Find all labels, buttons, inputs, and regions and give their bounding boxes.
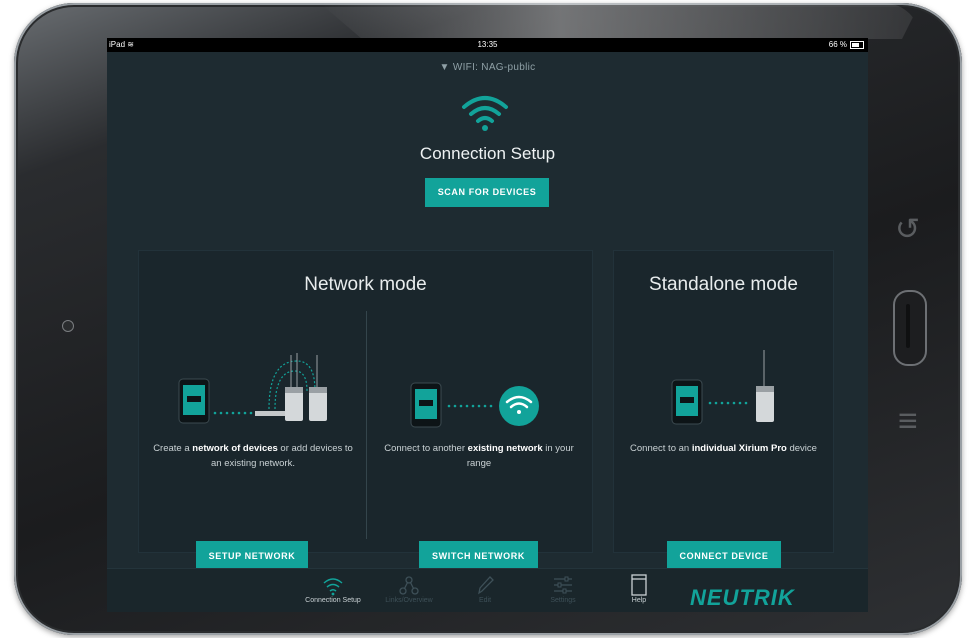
network-illustration <box>178 353 327 424</box>
book-icon <box>631 574 647 596</box>
tab-settings[interactable]: Settings <box>523 573 603 604</box>
standalone-description: Connect to an individual Xirium Pro devi… <box>630 443 817 454</box>
standalone-illustration <box>671 350 774 425</box>
tab-connection-setup[interactable]: Connection Setup <box>293 573 373 604</box>
pencil-icon <box>478 576 494 595</box>
app-screen: iPad ≋ 13:35 66 % ▼ WIFI: NAG-public Con… <box>107 38 868 612</box>
tab-label: Settings <box>550 597 576 604</box>
bottom-tab-bar: Connection Setup Links/Overview Edit Set… <box>107 568 868 612</box>
status-battery: 66 % <box>829 40 864 49</box>
standalone-mode-panel: Standalone mode Connect to an individual… <box>613 250 834 571</box>
status-time: 13:35 <box>477 40 498 49</box>
small-wifi-icon: ▼ <box>439 62 450 73</box>
frame-highlight <box>320 3 920 39</box>
tab-edit[interactable]: Edit <box>445 573 525 604</box>
switch-network-button[interactable]: SWITCH NETWORK <box>419 541 538 571</box>
setup-network-description: Create a network of devices or add devic… <box>153 443 353 469</box>
wifi-icon <box>323 578 343 596</box>
home-button[interactable] <box>893 290 927 366</box>
tab-help[interactable]: Help <box>599 573 679 604</box>
neutrik-logo: NEUTRIK <box>690 585 795 610</box>
tab-links-overview[interactable]: Links/Overview <box>369 573 449 604</box>
sliders-icon <box>554 576 572 594</box>
network-mode-panel: Network mode Create a network of devices… <box>138 250 593 571</box>
battery-percent: 66 % <box>828 40 847 49</box>
switch-network-illustration <box>410 382 539 428</box>
network-mode-title: Network mode <box>304 274 427 295</box>
wifi-network-name: WIFI: NAG-public <box>452 62 536 73</box>
switch-network-description: Connect to another existing network in y… <box>384 443 574 469</box>
connect-device-button[interactable]: CONNECT DEVICE <box>667 541 781 571</box>
tab-label: Connection Setup <box>305 597 361 604</box>
front-camera <box>62 320 74 332</box>
tab-label: Edit <box>478 597 492 604</box>
tab-label: Links/Overview <box>385 597 433 604</box>
wifi-network-label: ▼ WIFI: NAG-public <box>107 62 868 73</box>
scan-for-devices-button[interactable]: SCAN FOR DEVICES <box>425 178 549 207</box>
setup-network-button[interactable]: SETUP NETWORK <box>196 541 308 571</box>
battery-icon <box>850 40 864 49</box>
standalone-mode-title: Standalone mode <box>649 274 798 295</box>
tab-label: Help <box>631 597 647 604</box>
links-icon <box>399 576 419 595</box>
panel-divider <box>366 311 367 539</box>
page-title: Connection Setup <box>419 144 556 163</box>
menu-lines-icon: ≡ <box>898 402 918 440</box>
rotate-icon: ↺ <box>895 213 921 246</box>
wifi-icon <box>462 96 508 131</box>
status-bar: iPad ≋ 13:35 66 % <box>107 38 868 52</box>
